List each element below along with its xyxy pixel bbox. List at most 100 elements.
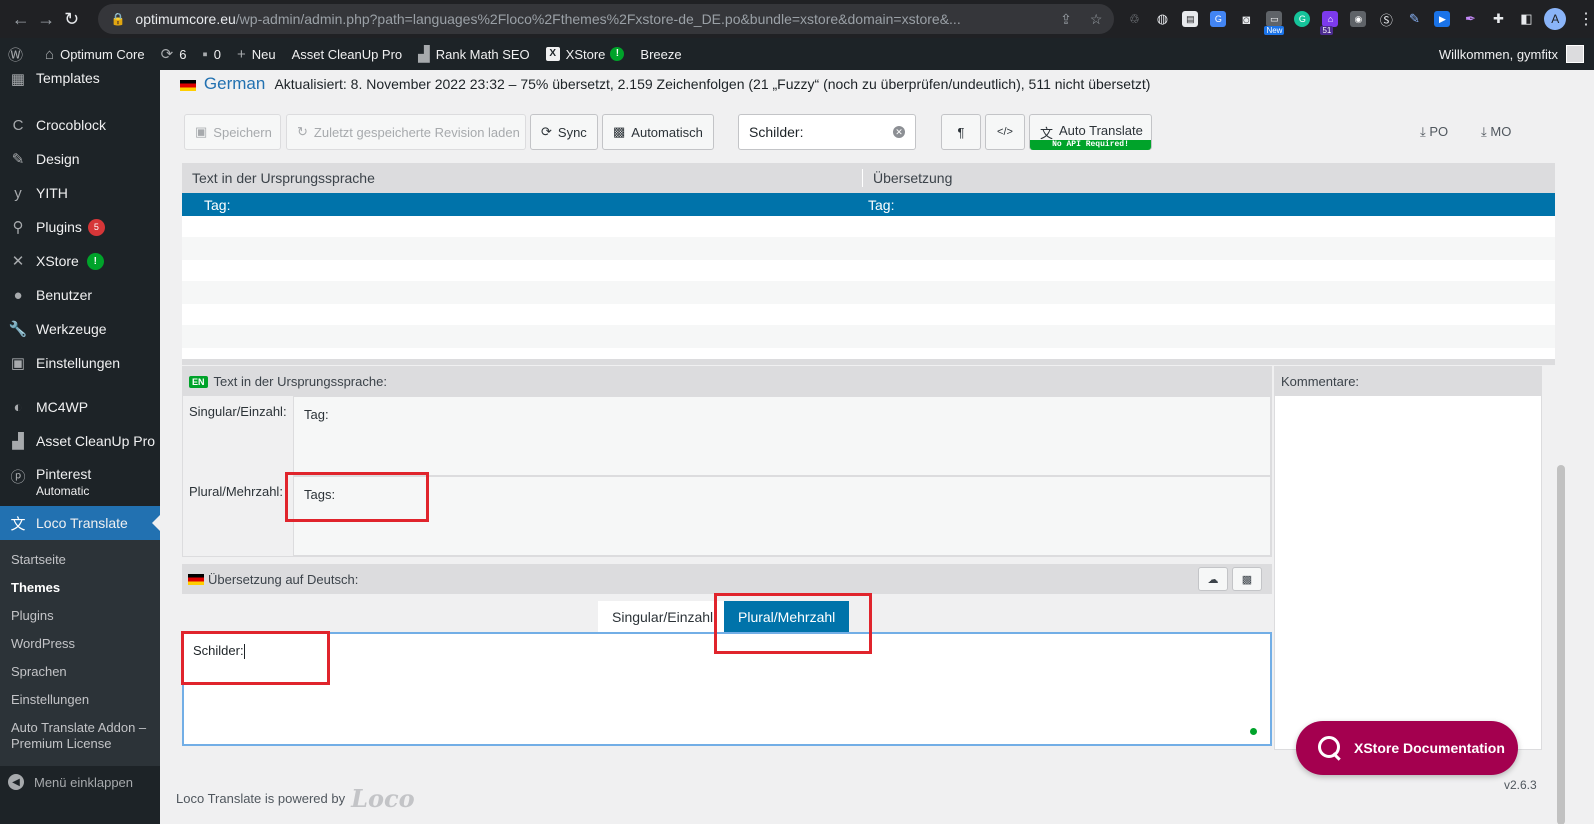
home-icon: ⌂	[45, 45, 55, 63]
asset-cleanup-link[interactable]: Asset CleanUp Pro	[284, 38, 411, 70]
column-source[interactable]: Text in der Ursprungssprache	[182, 170, 862, 186]
loco-logo[interactable]: Loco	[351, 784, 415, 813]
invisibles-toggle-button[interactable]: ¶	[941, 114, 981, 150]
submenu-auto-translate-addon[interactable]: Auto Translate Addon – Premium License	[0, 714, 160, 758]
sidebar-item-design[interactable]: ✎ Design	[0, 142, 160, 176]
comments-panel: Kommentare:	[1274, 366, 1542, 750]
language-link[interactable]: German	[204, 74, 265, 93]
cloud-suggest-button[interactable]: ☁	[1198, 567, 1228, 591]
profile-avatar[interactable]: A	[1544, 8, 1566, 30]
wordpress-logo-icon[interactable]: Ⓦ	[0, 38, 37, 70]
house-extension-icon[interactable]: ⌂ 51	[1320, 11, 1339, 35]
grid-resize-handle[interactable]	[182, 359, 1565, 365]
address-bar[interactable]: 🔒 optimumcore.eu/wp-admin/admin.php?path…	[98, 4, 1115, 34]
submenu-sprachen[interactable]: Sprachen	[0, 658, 160, 686]
comments-link[interactable]: ▪ 0	[194, 38, 229, 70]
auto-translate-addon-button[interactable]: 文 Auto Translate No API Required!	[1029, 114, 1152, 150]
language-header: German Aktualisiert: 8. November 2022 23…	[180, 74, 1150, 94]
sidebar-item-mc4wp[interactable]: ◐ MC4WP	[0, 390, 160, 424]
sidepanel-icon[interactable]: ◧	[1518, 11, 1534, 27]
code-icon: </>	[997, 126, 1013, 138]
share-icon[interactable]: ⇪	[1060, 11, 1072, 28]
tab-singular[interactable]: Singular/Einzahl	[598, 601, 728, 632]
robot-translate-button[interactable]: ▩	[1232, 567, 1262, 591]
feather-extension-icon[interactable]: ✒	[1462, 11, 1478, 27]
po-label: PO	[1429, 124, 1449, 139]
site-name-link[interactable]: ⌂ Optimum Core	[37, 38, 153, 70]
forward-icon[interactable]: →	[33, 9, 58, 30]
sidebar-item-yith[interactable]: y YITH	[0, 176, 160, 210]
sync-button[interactable]: ⟳ Sync	[530, 114, 598, 150]
bookmark-star-icon[interactable]: ☆	[1090, 11, 1103, 28]
clear-search-icon[interactable]: ✕	[893, 126, 905, 138]
revert-button[interactable]: ↻ Zuletzt gespeicherte Revision laden	[286, 114, 526, 150]
sidebar-item-templates[interactable]: ▦ Templates	[0, 70, 160, 94]
sidebar-item-loco-translate[interactable]: 文 Loco Translate	[0, 506, 160, 540]
new-extension-icon[interactable]: ▭ New	[1264, 11, 1285, 35]
camera-extension-icon[interactable]: ◙	[1238, 11, 1254, 27]
collapse-menu-button[interactable]: ◀ Menü einklappen	[8, 774, 133, 790]
table-row[interactable]	[182, 238, 1565, 260]
google-translate-extension-icon[interactable]: G	[1210, 11, 1227, 27]
sidebar-item-xstore[interactable]: ✕ XStore!	[0, 244, 160, 278]
count-badge: 51	[1320, 26, 1334, 35]
sidebar-item-einstellungen[interactable]: ▣ Einstellungen	[0, 346, 160, 380]
globe-extension-icon[interactable]: ◍	[1154, 11, 1170, 27]
page-scrollbar[interactable]	[1555, 70, 1567, 824]
brush-icon: ✎	[11, 151, 25, 168]
translation-panel-title: Übersetzung auf Deutsch:	[208, 571, 359, 587]
plural-source-text: Tags:	[293, 476, 1271, 556]
download-po-button[interactable]: ⤓ PO	[1420, 124, 1448, 140]
account-menu[interactable]: Willkommen, gymfitx	[1439, 45, 1594, 63]
download-mo-button[interactable]: ⤓ MO	[1481, 124, 1511, 140]
chrome-menu-icon[interactable]: ⋮	[1578, 9, 1594, 29]
plural-label: Plural/Mehrzahl:	[189, 484, 283, 499]
sidebar-item-label: MC4WP	[36, 399, 89, 415]
xstore-documentation-button[interactable]: XStore Documentation	[1296, 721, 1518, 775]
column-target[interactable]: Übersetzung	[863, 170, 952, 186]
search-input[interactable]: Schilder: ✕	[738, 114, 916, 150]
user-avatar	[1566, 45, 1584, 63]
table-row[interactable]	[182, 282, 1565, 304]
table-row-selected[interactable]: Tag: Tag:	[182, 193, 1565, 216]
rank-math-link[interactable]: ▟ Rank Math SEO	[410, 38, 537, 70]
updates-link[interactable]: ⟳ 6	[153, 38, 195, 70]
status-dot-icon	[1250, 728, 1257, 735]
submenu-plugins[interactable]: Plugins	[0, 602, 160, 630]
video-extension-icon[interactable]: ▶	[1434, 11, 1451, 27]
sidebar-item-asset-cleanup[interactable]: ▟ Asset CleanUp Pro	[0, 424, 160, 458]
sidebar-item-plugins[interactable]: ⚲ Plugins 5	[0, 210, 160, 244]
breeze-link[interactable]: Breeze	[632, 38, 689, 70]
download-icon: ⤓	[1481, 124, 1487, 139]
puzzle-extensions-icon[interactable]: ✚	[1490, 11, 1506, 27]
submenu-einstellungen[interactable]: Einstellungen	[0, 686, 160, 714]
eye-extension-icon[interactable]: ◉	[1350, 11, 1367, 27]
sidebar-item-werkzeuge[interactable]: 🔧 Werkzeuge	[0, 312, 160, 346]
back-icon[interactable]: ←	[8, 9, 33, 30]
grammarly-icon[interactable]: G	[1294, 11, 1311, 27]
xstore-link[interactable]: X XStore!	[538, 38, 633, 70]
reload-icon[interactable]: ↻	[59, 9, 84, 30]
new-content-link[interactable]: + Neu	[229, 38, 284, 70]
recycle-extension-icon[interactable]: ♲	[1126, 11, 1142, 27]
code-view-toggle-button[interactable]: </>	[985, 114, 1025, 150]
submenu-themes[interactable]: Themes	[0, 574, 160, 602]
keyboard-extension-icon[interactable]: ▤	[1182, 11, 1199, 27]
save-button[interactable]: ▣ Speichern	[184, 114, 281, 150]
scrollbar-thumb[interactable]	[1557, 465, 1565, 824]
table-row[interactable]	[182, 304, 1565, 326]
submenu-wordpress[interactable]: WordPress	[0, 630, 160, 658]
pen-extension-icon[interactable]: ✎	[1406, 11, 1422, 27]
submenu-startseite[interactable]: Startseite	[0, 546, 160, 574]
s-extension-icon[interactable]: Ⓢ	[1378, 11, 1394, 28]
table-row[interactable]	[182, 260, 1565, 282]
translate-icon: 文	[10, 515, 26, 533]
table-row[interactable]	[182, 326, 1565, 348]
table-row[interactable]	[182, 216, 1565, 238]
no-api-badge: No API Required!	[1030, 140, 1151, 150]
sidebar-item-benutzer[interactable]: ● Benutzer	[0, 278, 160, 312]
auto-translate-button[interactable]: ▩ Automatisch	[602, 114, 714, 150]
revert-icon: ↻	[297, 124, 308, 139]
sidebar-item-crocoblock[interactable]: C Crocoblock	[0, 108, 160, 142]
sidebar-item-pinterest[interactable]: ⓟ Pinterest Automatic	[0, 458, 160, 506]
